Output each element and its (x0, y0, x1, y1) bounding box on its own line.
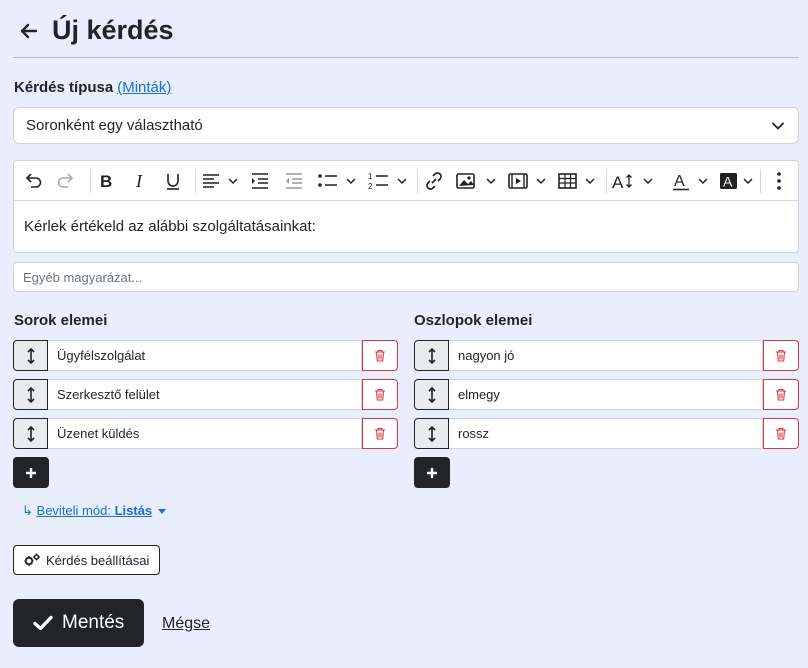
toolbar-separator (760, 169, 761, 193)
bulleted-list-icon[interactable] (317, 169, 357, 193)
trash-icon (776, 349, 786, 362)
gears-icon (24, 553, 40, 566)
input-mode-value: Listás (114, 503, 153, 518)
editor-content[interactable]: Kérlek értékeld az alábbi szolgáltatásai… (24, 218, 316, 236)
row-item-input[interactable]: Ügyfélszolgálat (48, 340, 362, 371)
trash-icon (375, 427, 385, 440)
trash-icon (776, 427, 786, 440)
question-type-select[interactable]: Soronként egy választható (13, 107, 799, 144)
row-item: Szerkesztő felület (13, 379, 398, 410)
columns-title: Oszlopok elemei (414, 312, 533, 329)
trash-icon (375, 349, 385, 362)
add-column-button[interactable] (414, 457, 450, 488)
question-type-label-text: Kérdés típusa (14, 79, 114, 96)
drag-handle[interactable] (414, 340, 449, 371)
media-icon[interactable] (507, 169, 547, 193)
drag-handle[interactable] (13, 418, 48, 449)
plus-icon (427, 467, 437, 478)
toolbar-separator (417, 169, 418, 193)
page-header: Új kérdés (0, 0, 808, 58)
column-item-input[interactable]: nagyon jó (449, 340, 763, 371)
undo-icon[interactable] (23, 169, 43, 193)
rows-title: Sorok elemei (14, 312, 108, 329)
italic-icon[interactable]: I (130, 169, 150, 193)
question-type-label: Kérdés típusa (Minták) (14, 78, 171, 98)
drag-handle[interactable] (414, 418, 449, 449)
delete-button[interactable] (362, 340, 398, 371)
image-upload-icon[interactable] (455, 169, 497, 193)
column-item-input[interactable]: elmegy (449, 379, 763, 410)
input-mode-dropdown[interactable]: ↳ Beviteli mód: Listás (22, 502, 167, 520)
input-mode-prefix: ↳ (22, 503, 33, 518)
delete-button[interactable] (362, 418, 398, 449)
trash-icon (776, 388, 786, 401)
link-icon[interactable] (424, 169, 444, 193)
check-icon (33, 615, 53, 631)
explanation-placeholder: Egyéb magyarázat... (23, 270, 143, 285)
column-item: nagyon jó (414, 340, 799, 371)
cancel-link[interactable]: Mégse (162, 614, 210, 634)
delete-button[interactable] (763, 379, 799, 410)
svg-text:2: 2 (368, 182, 373, 191)
arrow-left-icon[interactable] (20, 22, 38, 40)
plus-icon (26, 467, 36, 478)
add-row-button[interactable] (13, 457, 49, 488)
redo-icon[interactable] (56, 169, 76, 193)
align-icon[interactable] (201, 169, 239, 193)
toolbar-separator (606, 169, 607, 193)
question-type-value: Soronként egy választható (26, 117, 203, 134)
svg-text:A: A (674, 173, 685, 190)
font-color-icon[interactable]: A (672, 169, 710, 193)
column-item: rossz (414, 418, 799, 449)
question-settings-button[interactable]: Kérdés beállításai (13, 545, 160, 575)
arrows-vertical-icon (26, 347, 35, 364)
numbered-list-icon[interactable]: 12 (368, 169, 408, 193)
delete-button[interactable] (362, 379, 398, 410)
column-item-input[interactable]: rossz (449, 418, 763, 449)
drag-handle[interactable] (13, 340, 48, 371)
drag-handle[interactable] (414, 379, 449, 410)
table-icon[interactable] (557, 169, 597, 193)
svg-text:A: A (723, 174, 733, 190)
svg-text:A: A (612, 173, 624, 191)
editor-toolbar: B I 12 A A A (14, 161, 798, 201)
svg-text:B: B (100, 172, 112, 191)
samples-link[interactable]: (Minták) (117, 79, 171, 96)
input-mode-label: Beviteli mód: Listás (36, 503, 153, 518)
drag-handle[interactable] (13, 379, 48, 410)
arrows-vertical-icon (26, 386, 35, 403)
background-color-icon[interactable]: A (720, 169, 758, 193)
underline-icon[interactable] (163, 169, 183, 193)
question-settings-label: Kérdés beállításai (46, 552, 150, 568)
save-button[interactable]: Mentés (13, 599, 144, 647)
column-item: elmegy (414, 379, 799, 410)
svg-text:1: 1 (368, 172, 373, 181)
row-item: Üzenet küldés (13, 418, 398, 449)
toolbar-separator (90, 169, 91, 193)
outdent-icon[interactable] (284, 169, 304, 193)
arrows-vertical-icon (427, 425, 436, 442)
indent-icon[interactable] (250, 169, 270, 193)
chevron-down-icon (772, 122, 784, 130)
divider (13, 57, 799, 58)
font-size-icon[interactable]: A (612, 169, 654, 193)
explanation-input[interactable]: Egyéb magyarázat... (13, 262, 799, 292)
arrows-vertical-icon (427, 386, 436, 403)
rich-text-editor: B I 12 A A A Kérlek értékeld az alábbi s… (13, 160, 799, 253)
row-item: Ügyfélszolgálat (13, 340, 398, 371)
arrows-vertical-icon (427, 347, 436, 364)
row-item-input[interactable]: Üzenet küldés (48, 418, 362, 449)
more-icon[interactable] (774, 169, 784, 193)
arrows-vertical-icon (26, 425, 35, 442)
trash-icon (375, 388, 385, 401)
svg-text:I: I (135, 171, 143, 191)
delete-button[interactable] (763, 340, 799, 371)
toolbar-separator (195, 169, 196, 193)
page-title: Új kérdés (52, 15, 174, 45)
caret-down-icon (158, 509, 167, 515)
save-label: Mentés (62, 612, 125, 633)
bold-icon[interactable]: B (96, 169, 116, 193)
row-item-input[interactable]: Szerkesztő felület (48, 379, 362, 410)
delete-button[interactable] (763, 418, 799, 449)
